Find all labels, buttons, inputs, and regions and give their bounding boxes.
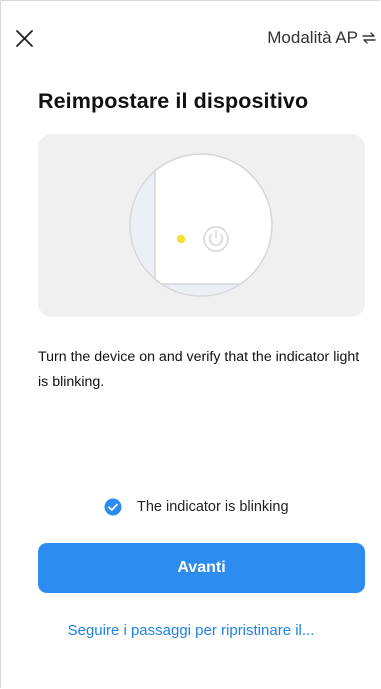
- device-illustration: [38, 134, 365, 317]
- close-icon: [16, 30, 33, 47]
- screen-frame: Modalità AP Reimpostare il dispositivo T…: [0, 0, 380, 688]
- next-button[interactable]: Avanti: [38, 543, 365, 593]
- instruction-text: Turn the device on and verify that the i…: [38, 349, 360, 390]
- swap-arrows-icon: [362, 32, 376, 44]
- blinking-confirm-checkbox[interactable]: The indicator is blinking: [104, 498, 289, 516]
- close-button[interactable]: [13, 27, 37, 51]
- reset-steps-link[interactable]: Seguire i passaggi per ripristinare il..…: [1, 622, 381, 639]
- checkbox-label: The indicator is blinking: [137, 499, 289, 515]
- indicator-light: [176, 234, 186, 244]
- page-title: Reimpostare il dispositivo: [38, 89, 309, 113]
- checkmark-circle-icon: [104, 498, 122, 516]
- mode-switch-button[interactable]: Modalità AP: [267, 28, 376, 48]
- mode-label: Modalità AP: [267, 28, 358, 47]
